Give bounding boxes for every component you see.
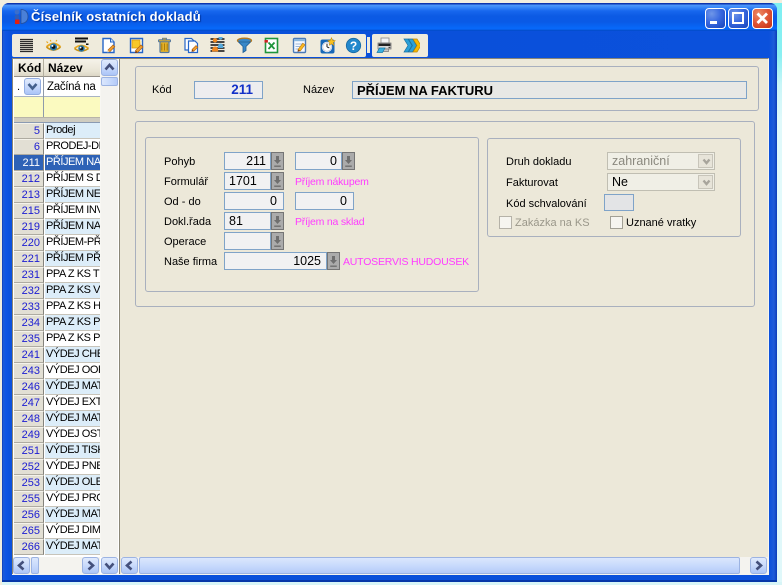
svg-text:?: ? bbox=[350, 39, 357, 53]
